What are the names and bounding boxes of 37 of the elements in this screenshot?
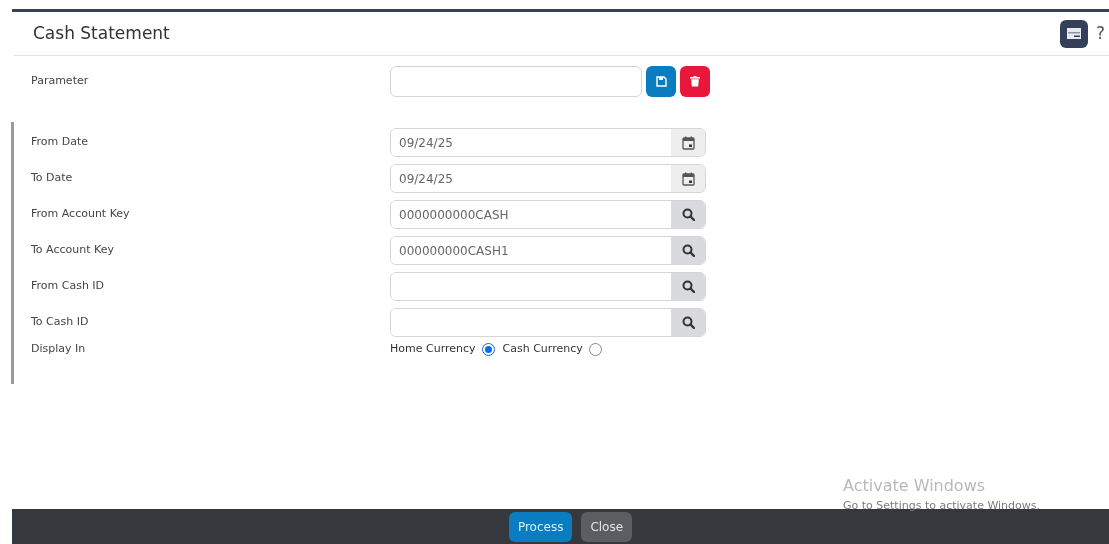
help-link[interactable]: ? xyxy=(1095,20,1105,47)
activation-notice-text: Go to Settings to activate Windows. xyxy=(843,499,1041,513)
field-label: From Date xyxy=(31,134,89,151)
option-label: Cash Currency xyxy=(502,340,583,357)
search-icon xyxy=(681,280,695,293)
lookup-field[interactable] xyxy=(390,272,706,301)
process-button[interactable]: Process xyxy=(508,511,573,542)
lookup-field[interactable]: 0000000000CASH xyxy=(390,200,706,229)
field-label: To Account Key xyxy=(31,242,114,259)
calendar-icon xyxy=(681,171,695,186)
save-icon xyxy=(655,76,667,87)
calendar-icon xyxy=(681,135,695,150)
option-label: Home Currency xyxy=(390,340,476,357)
save-button[interactable] xyxy=(646,66,676,97)
close-button[interactable]: Close xyxy=(581,511,633,542)
field-label: To Cash ID xyxy=(31,314,89,331)
form-icon xyxy=(1066,28,1081,39)
field-label: From Cash ID xyxy=(31,278,105,295)
field-label: Parameter xyxy=(31,73,89,90)
radio-button[interactable] xyxy=(588,342,602,356)
field-label: From Account Key xyxy=(31,206,130,223)
trash-icon xyxy=(690,76,700,87)
field-label: Display In xyxy=(31,340,86,357)
radio-button[interactable] xyxy=(481,342,495,356)
date-field[interactable]: 09/24/25 xyxy=(390,164,706,193)
lookup-field[interactable] xyxy=(390,308,706,337)
search-icon xyxy=(681,316,695,329)
search-icon xyxy=(681,244,695,257)
parameter-field[interactable] xyxy=(390,66,642,97)
lookup-field[interactable]: 000000000CASH1 xyxy=(390,236,706,265)
field-label: To Date xyxy=(31,170,73,187)
page-title: Cash Statement xyxy=(33,21,171,45)
layout-button[interactable] xyxy=(1059,19,1088,48)
search-icon xyxy=(681,208,695,221)
delete-button[interactable] xyxy=(680,66,710,97)
date-field[interactable]: 09/24/25 xyxy=(390,128,706,157)
activation-notice-title: Activate Windows xyxy=(843,476,987,496)
